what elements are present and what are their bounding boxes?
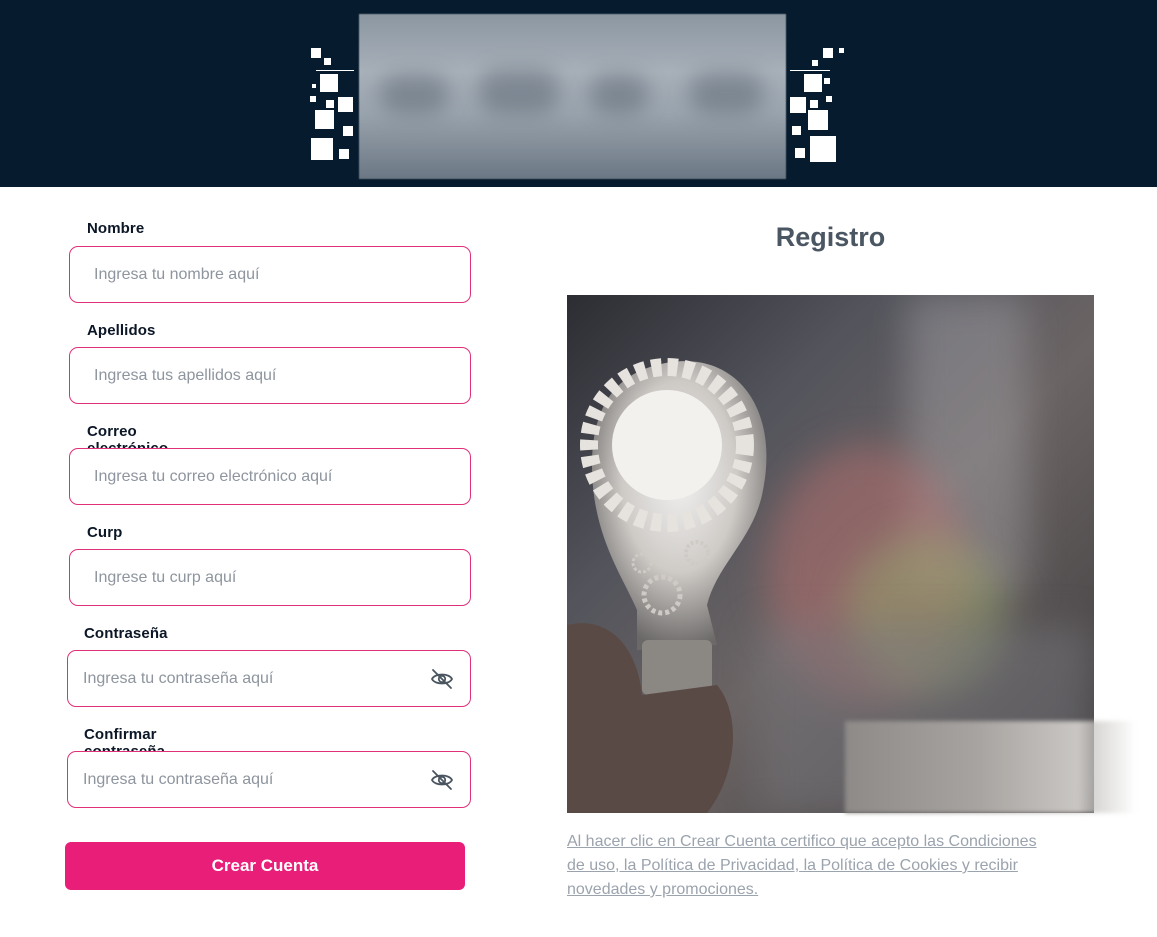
nombre-field [69, 246, 471, 303]
apellidos-input[interactable] [94, 348, 434, 403]
confirm-password-field [67, 751, 471, 808]
email-input[interactable] [94, 449, 434, 504]
header-banner [0, 0, 1157, 187]
password-label: Contraseña [84, 625, 168, 642]
apellidos-field [69, 347, 471, 404]
page-title: Registro [775, 222, 886, 252]
brand-logo[interactable] [359, 14, 786, 179]
confirm-password-input[interactable] [83, 752, 423, 807]
curp-label: Curp [87, 524, 123, 541]
eye-off-icon[interactable] [430, 769, 454, 791]
email-field [69, 448, 471, 505]
eye-off-icon[interactable] [430, 668, 454, 690]
password-field [67, 650, 471, 707]
create-account-button[interactable]: Crear Cuenta [65, 842, 465, 890]
nombre-label: Nombre [87, 220, 145, 237]
terms-link[interactable]: Al hacer clic en Crear Cuenta certifico … [567, 830, 1047, 902]
curp-input[interactable] [94, 550, 434, 605]
blurred-watermark [845, 721, 1136, 813]
password-input[interactable] [83, 651, 423, 706]
right-pixel-decoration [790, 44, 846, 162]
left-pixel-decoration [310, 44, 366, 162]
nombre-input[interactable] [94, 247, 434, 302]
curp-field [69, 549, 471, 606]
apellidos-label: Apellidos [87, 322, 156, 339]
